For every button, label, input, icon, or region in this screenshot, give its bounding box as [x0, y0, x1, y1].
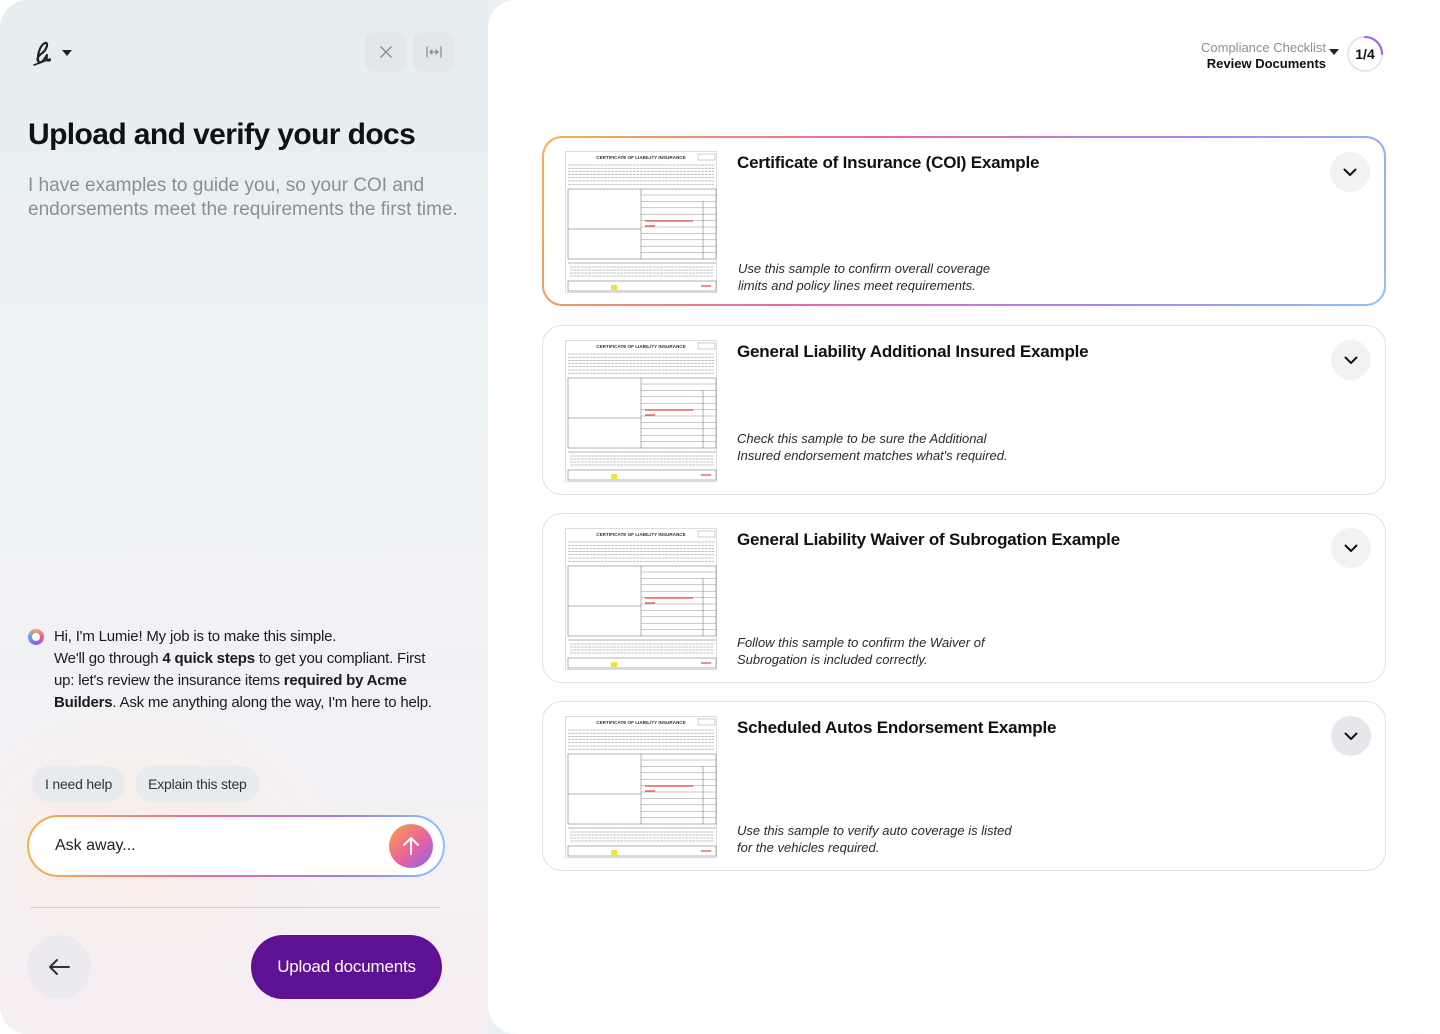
close-icon	[379, 46, 392, 58]
assistant-message: Hi, I'm Lumie! My job is to make this si…	[28, 626, 448, 714]
example-card-description: Check this sample to be sure the Additio…	[737, 431, 1008, 463]
expand-button[interactable]	[413, 32, 454, 72]
example-card-title: General Liability Additional Insured Exa…	[737, 342, 1089, 361]
checklist-step: Review Documents	[1206, 56, 1326, 71]
svg-text:CERTIFICATE OF LIABILITY INSUR: CERTIFICATE OF LIABILITY INSURANCE	[596, 155, 685, 160]
document-thumbnail: CERTIFICATE OF LIABILITY INSURANCE	[565, 151, 717, 293]
expand-card-button[interactable]	[1331, 716, 1371, 756]
example-card-title: Scheduled Autos Endorsement Example	[737, 718, 1057, 737]
caret-down-icon[interactable]	[1329, 49, 1339, 55]
assistant-panel: Upload and verify your docs I have examp…	[0, 0, 488, 1034]
example-card[interactable]: CERTIFICATE OF LIABILITY INSURANCE	[542, 325, 1386, 495]
chevron-down-icon	[1343, 168, 1357, 176]
expand-horizontal-icon	[425, 46, 442, 58]
example-card[interactable]: CERTIFICATE OF LIABILITY INSURANCE	[542, 513, 1386, 683]
logo-menu-button[interactable]	[30, 36, 84, 70]
example-card-title: General Liability Waiver of Subrogation …	[737, 530, 1120, 549]
expand-card-button[interactable]	[1331, 528, 1371, 568]
checklist-dropdown[interactable]: Compliance Checklist Review Documents	[1201, 40, 1326, 72]
svg-text:CERTIFICATE OF LIABILITY INSUR: CERTIFICATE OF LIABILITY INSURANCE	[596, 720, 685, 725]
caret-down-icon	[62, 50, 72, 56]
divider	[30, 907, 440, 908]
chip-need-help[interactable]: I need help	[32, 766, 126, 802]
example-card[interactable]: CERTIFICATE OF LIABILITY INSURANCE	[542, 136, 1386, 306]
back-button[interactable]	[27, 935, 91, 999]
chip-explain-step[interactable]: Explain this step	[135, 766, 260, 802]
step-progress-ring: 1/4	[1346, 35, 1384, 73]
page-title: Upload and verify your docs	[28, 118, 416, 151]
documents-panel: Compliance Checklist Review Documents 1/…	[488, 0, 1440, 1034]
expand-card-button[interactable]	[1330, 152, 1370, 192]
upload-documents-button[interactable]: Upload documents	[251, 935, 442, 999]
chevron-down-icon	[1344, 356, 1358, 364]
app-window: Upload and verify your docs I have examp…	[0, 0, 1440, 1034]
example-card-description: Use this sample to verify auto coverage …	[737, 823, 1012, 855]
example-card-description: Follow this sample to confirm the Waiver…	[737, 635, 985, 667]
page-subtitle: I have examples to guide you, so your CO…	[28, 175, 458, 220]
arrow-left-icon	[49, 959, 70, 975]
send-button[interactable]	[389, 824, 433, 868]
svg-text:CERTIFICATE OF LIABILITY INSUR: CERTIFICATE OF LIABILITY INSURANCE	[596, 344, 685, 349]
document-thumbnail: CERTIFICATE OF LIABILITY INSURANCE	[565, 340, 717, 482]
expand-card-button[interactable]	[1331, 340, 1371, 380]
example-card[interactable]: CERTIFICATE OF LIABILITY INSURANCE	[542, 701, 1386, 871]
example-card-title: Certificate of Insurance (COI) Example	[737, 153, 1040, 172]
example-card-description: Use this sample to confirm overall cover…	[738, 261, 991, 293]
chevron-down-icon	[1344, 732, 1358, 740]
svg-text:CERTIFICATE OF LIABILITY INSUR: CERTIFICATE OF LIABILITY INSURANCE	[596, 532, 685, 537]
assistant-message-text: Hi, I'm Lumie! My job is to make this si…	[54, 628, 432, 711]
checklist-label: Compliance Checklist	[1201, 40, 1326, 55]
arrow-up-icon	[403, 837, 419, 855]
chevron-down-icon	[1344, 544, 1358, 552]
document-thumbnail: CERTIFICATE OF LIABILITY INSURANCE	[565, 716, 717, 858]
suggestion-chips: I need help Explain this step	[32, 766, 260, 802]
signature-logo-icon	[33, 41, 52, 66]
assistant-avatar-icon	[28, 629, 44, 645]
step-progress-text: 1/4	[1355, 46, 1375, 62]
ask-input[interactable]	[55, 837, 375, 855]
ask-field-container	[27, 815, 445, 877]
document-thumbnail: CERTIFICATE OF LIABILITY INSURANCE	[565, 528, 717, 670]
close-button[interactable]	[365, 32, 406, 72]
